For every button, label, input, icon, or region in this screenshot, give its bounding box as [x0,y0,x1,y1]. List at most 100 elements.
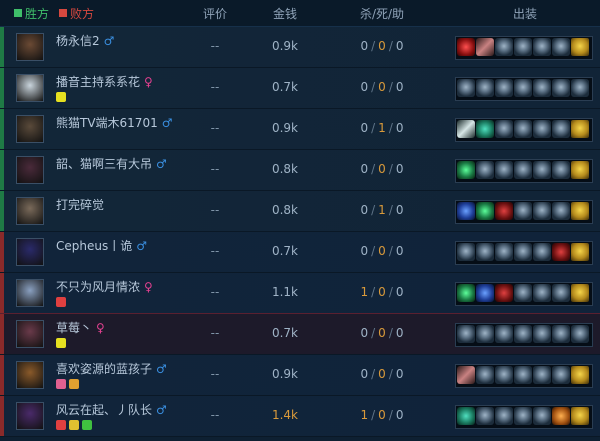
empty-item-slot-icon[interactable] [533,202,551,220]
champion-avatar[interactable] [16,156,44,184]
trinket-icon[interactable] [571,120,589,138]
empty-item-slot-icon[interactable] [457,79,475,97]
player-name[interactable]: Cepheus丨诡 ♂ [56,237,147,254]
champion-avatar[interactable] [16,361,44,389]
empty-item-slot-icon[interactable] [552,202,570,220]
empty-item-slot-icon[interactable] [495,325,513,343]
player-row[interactable]: 播音主持系系花 ♀ -- 0.7k 0/0/0 [0,68,600,109]
empty-item-slot-icon[interactable] [495,407,513,425]
champion-avatar[interactable] [16,33,44,61]
empty-item-slot-icon[interactable] [514,161,532,179]
empty-item-slot-icon[interactable] [476,243,494,261]
empty-item-slot-icon[interactable] [552,161,570,179]
empty-item-slot-icon[interactable] [514,120,532,138]
item-icon[interactable] [552,243,570,261]
empty-item-slot-icon[interactable] [533,161,551,179]
trinket-icon[interactable] [571,407,589,425]
empty-item-slot-icon[interactable] [552,120,570,138]
item-icon[interactable] [457,202,475,220]
empty-item-slot-icon[interactable] [476,325,494,343]
player-row[interactable]: 杨永信2 ♂ -- 0.9k 0/0/0 [0,27,600,68]
item-icon[interactable] [457,407,475,425]
player-row[interactable]: 风云在起、丿队长 ♂ -- 1.4k 1/0/0 [0,396,600,437]
empty-item-slot-icon[interactable] [514,202,532,220]
trinket-icon[interactable] [571,161,589,179]
empty-item-slot-icon[interactable] [476,366,494,384]
item-icon[interactable] [476,284,494,302]
player-name[interactable]: 播音主持系系花 ♀ [56,73,153,90]
empty-item-slot-icon[interactable] [571,79,589,97]
empty-item-slot-icon[interactable] [533,407,551,425]
player-name[interactable]: 韶、猫啊三有大吊 ♂ [56,155,167,172]
player-row[interactable]: 喜欢姿源的蓝孩子 ♂ -- 0.9k 0/0/0 [0,355,600,396]
item-icon[interactable] [476,120,494,138]
empty-item-slot-icon[interactable] [514,79,532,97]
player-name[interactable]: 不只为风月情浓 ♀ [56,278,153,295]
item-icon[interactable] [457,284,475,302]
item-icon[interactable] [552,407,570,425]
item-icon[interactable] [495,284,513,302]
empty-item-slot-icon[interactable] [514,366,532,384]
item-icon[interactable] [495,202,513,220]
champion-avatar[interactable] [16,402,44,430]
champion-avatar[interactable] [16,115,44,143]
empty-item-slot-icon[interactable] [533,79,551,97]
empty-item-slot-icon[interactable] [552,79,570,97]
player-row[interactable]: 不只为风月情浓 ♀ -- 1.1k 1/0/0 [0,273,600,314]
item-icon[interactable] [457,120,475,138]
empty-item-slot-icon[interactable] [514,325,532,343]
legend-win[interactable]: 胜方 [14,5,49,22]
empty-item-slot-icon[interactable] [514,407,532,425]
empty-item-slot-icon[interactable] [533,325,551,343]
champion-avatar[interactable] [16,320,44,348]
player-name[interactable]: 打完碎觉 [56,196,104,213]
empty-item-slot-icon[interactable] [552,325,570,343]
empty-item-slot-icon[interactable] [476,407,494,425]
trinket-icon[interactable] [571,284,589,302]
empty-item-slot-icon[interactable] [571,325,589,343]
empty-item-slot-icon[interactable] [552,284,570,302]
trinket-icon[interactable] [571,243,589,261]
player-name[interactable]: 杨永信2 ♂ [56,32,114,49]
empty-item-slot-icon[interactable] [495,161,513,179]
empty-item-slot-icon[interactable] [514,243,532,261]
trinket-icon[interactable] [571,38,589,56]
empty-item-slot-icon[interactable] [533,38,551,56]
legend-lose[interactable]: 败方 [59,5,94,22]
trinket-icon[interactable] [571,202,589,220]
player-name[interactable]: 草莓丶 ♀ [56,319,105,336]
empty-item-slot-icon[interactable] [495,38,513,56]
player-row[interactable]: Cepheus丨诡 ♂ -- 0.7k 0/0/0 [0,232,600,273]
champion-avatar[interactable] [16,197,44,225]
empty-item-slot-icon[interactable] [514,38,532,56]
empty-item-slot-icon[interactable] [533,284,551,302]
item-icon[interactable] [457,366,475,384]
champion-avatar[interactable] [16,238,44,266]
empty-item-slot-icon[interactable] [476,79,494,97]
empty-item-slot-icon[interactable] [533,243,551,261]
player-name[interactable]: 熊猫TV端木61701 ♂ [56,114,172,131]
empty-item-slot-icon[interactable] [457,243,475,261]
player-row[interactable]: 熊猫TV端木61701 ♂ -- 0.9k 0/1/0 [0,109,600,150]
player-row[interactable]: 草莓丶 ♀ -- 0.7k 0/0/0 [0,313,600,356]
empty-item-slot-icon[interactable] [514,284,532,302]
empty-item-slot-icon[interactable] [476,161,494,179]
champion-avatar[interactable] [16,74,44,102]
empty-item-slot-icon[interactable] [552,38,570,56]
empty-item-slot-icon[interactable] [552,366,570,384]
player-row[interactable]: 韶、猫啊三有大吊 ♂ -- 0.8k 0/0/0 [0,150,600,191]
player-name[interactable]: 喜欢姿源的蓝孩子 ♂ [56,360,167,377]
empty-item-slot-icon[interactable] [495,366,513,384]
item-icon[interactable] [476,202,494,220]
champion-avatar[interactable] [16,279,44,307]
empty-item-slot-icon[interactable] [533,120,551,138]
item-icon[interactable] [457,161,475,179]
empty-item-slot-icon[interactable] [495,79,513,97]
player-row[interactable]: 打完碎觉 -- 0.8k 0/1/0 [0,191,600,232]
player-name[interactable]: 风云在起、丿队长 ♂ [56,401,167,418]
item-icon[interactable] [476,38,494,56]
trinket-icon[interactable] [571,366,589,384]
empty-item-slot-icon[interactable] [495,243,513,261]
empty-item-slot-icon[interactable] [457,325,475,343]
empty-item-slot-icon[interactable] [495,120,513,138]
